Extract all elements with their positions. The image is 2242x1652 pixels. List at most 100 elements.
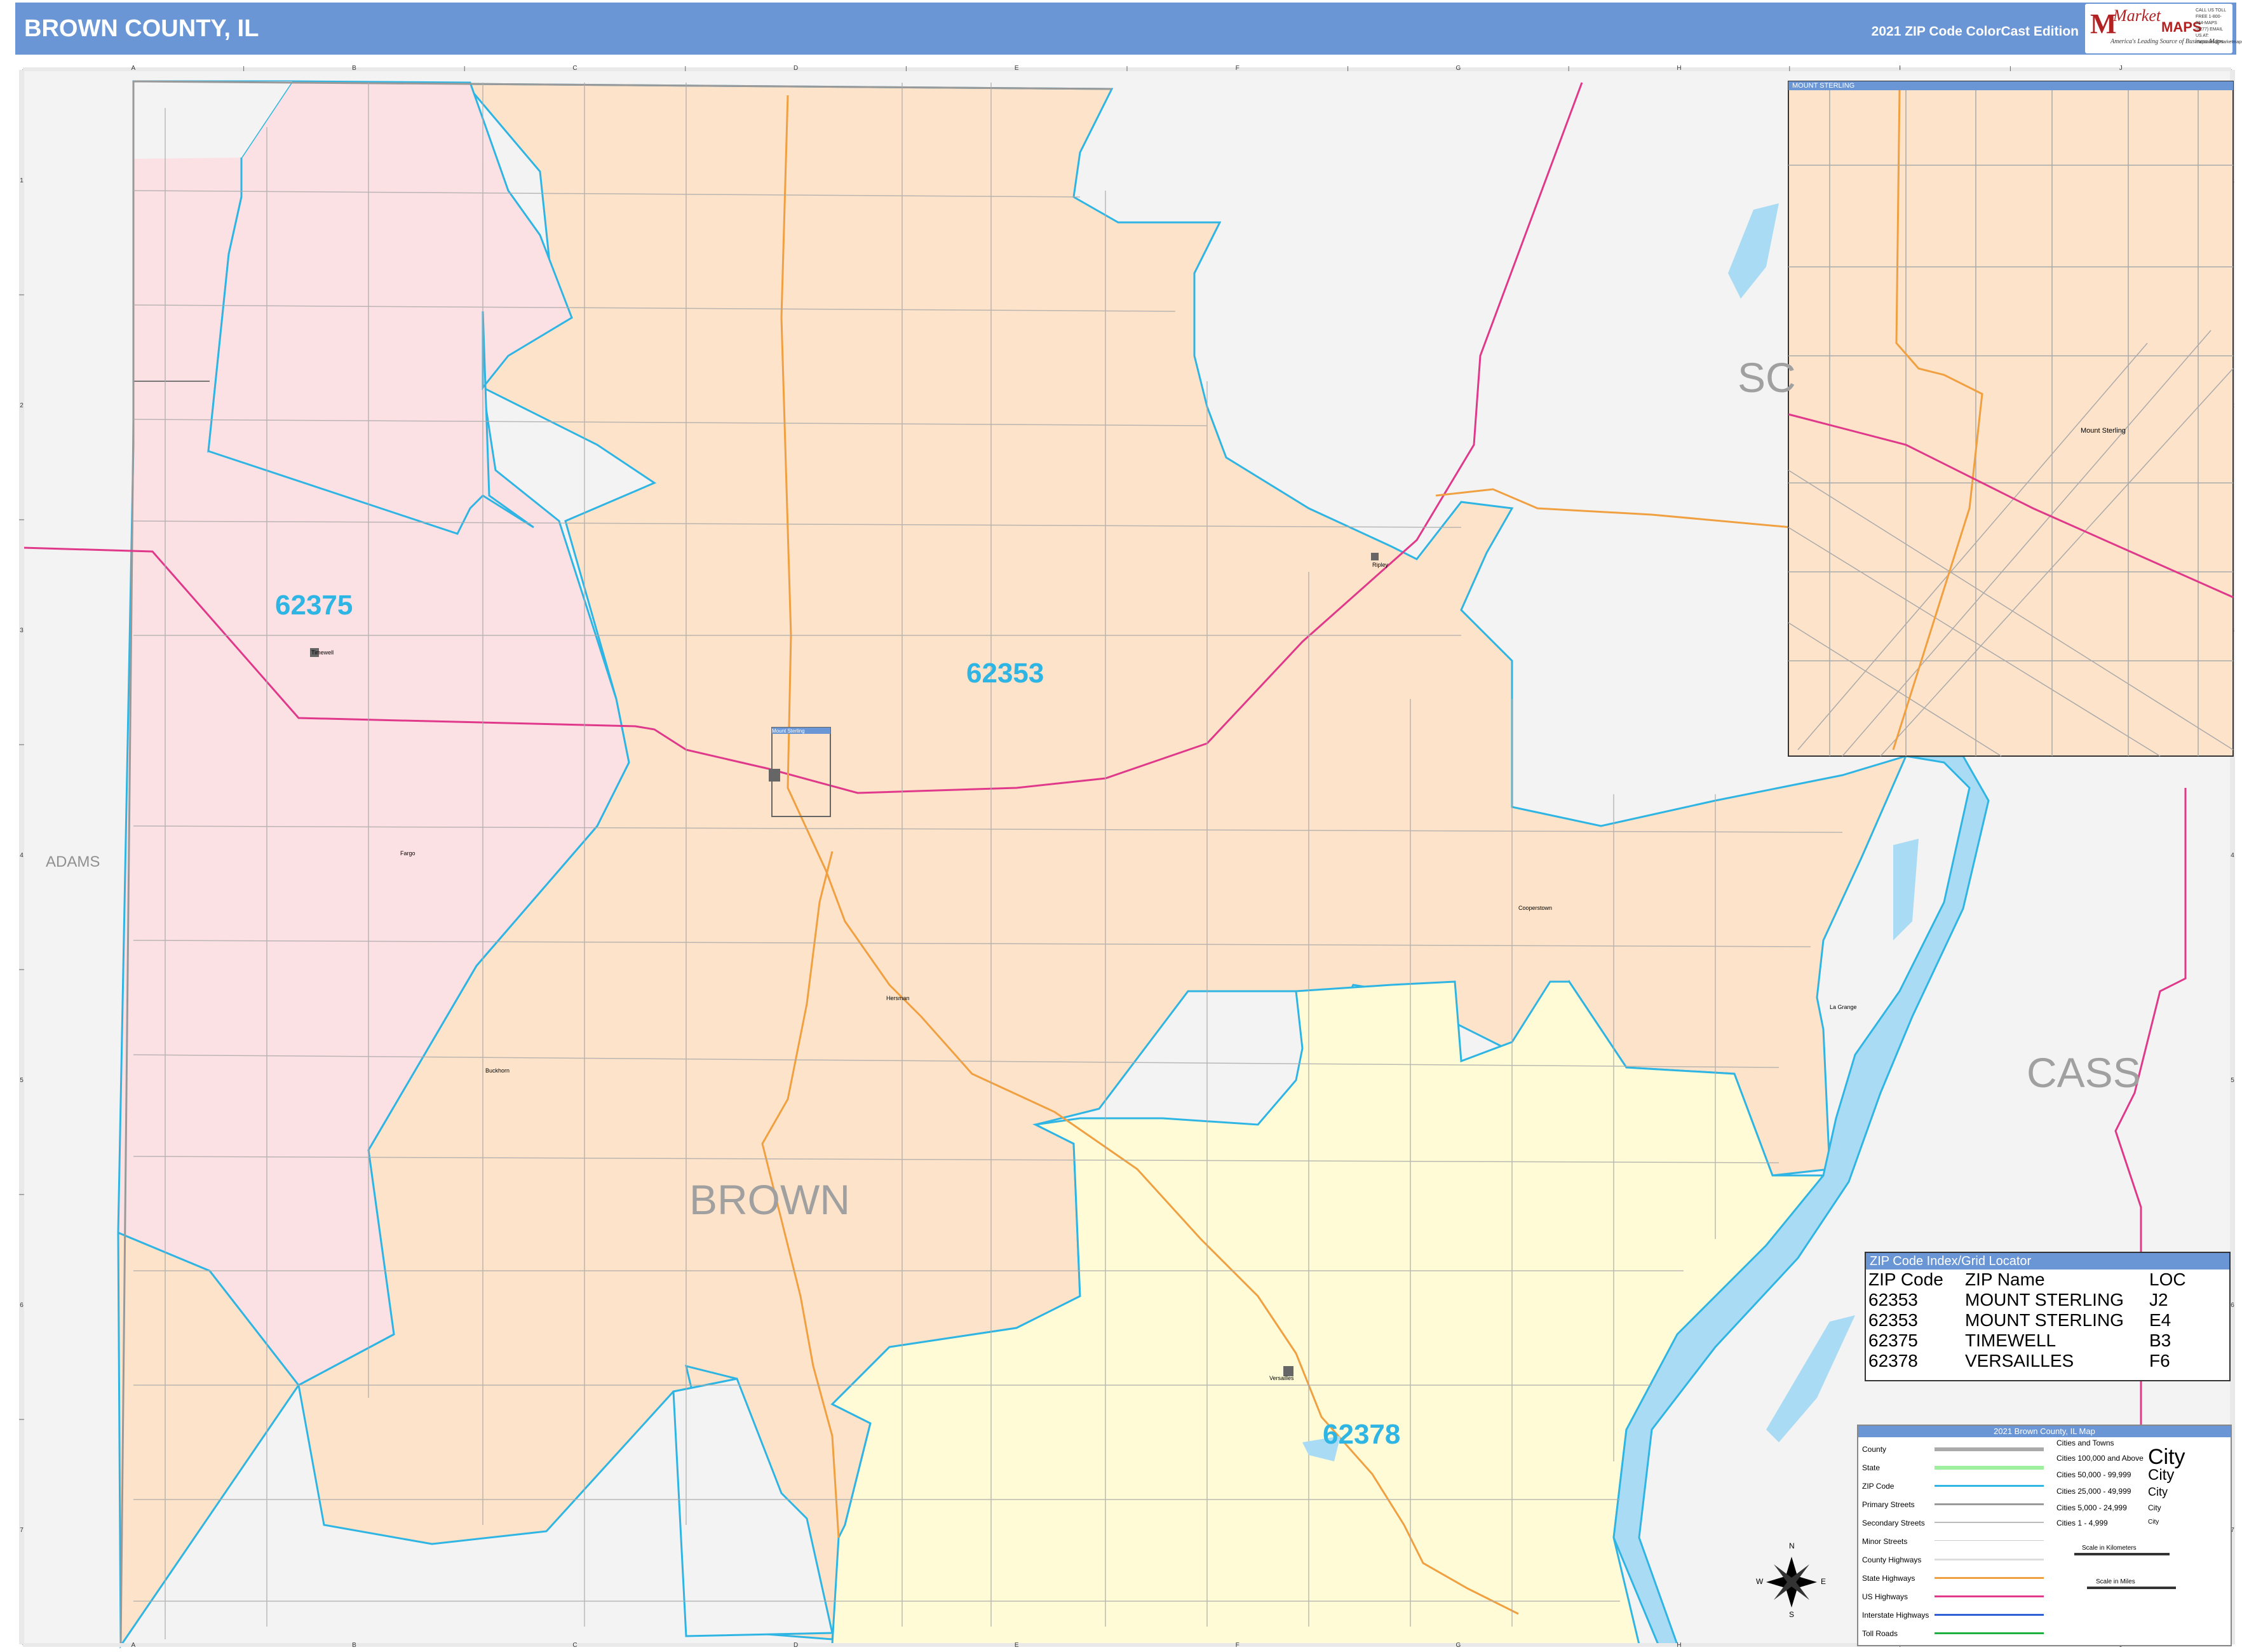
grid-row-label: 1 — [20, 177, 24, 184]
legend-minor-streets: Minor Streets — [1862, 1537, 1908, 1546]
neighbor-label-adams: ADAMS — [46, 853, 100, 870]
grid-column-label: E — [1015, 65, 1019, 72]
neighbor-label-cass: CASS — [2027, 1049, 2141, 1096]
county-map: AABBCCDDEEFFGGHHIIJJ 11223344556677 — [19, 65, 2235, 1649]
town-timewell: Timewell — [311, 649, 334, 656]
legend-secondary-swatch — [1935, 1522, 2044, 1523]
zip-index-title: ZIP Code Index/Grid Locator — [1866, 1253, 2229, 1269]
grid-column-label: D — [793, 65, 798, 72]
zip-label-62375: 62375 — [275, 590, 353, 621]
legend-primary-streets: Primary Streets — [1862, 1500, 1915, 1509]
legend-city-tier-3: Cities 25,000 - 49,999 — [2056, 1487, 2131, 1496]
compass-w: W — [1756, 1577, 1764, 1586]
zip-index-cell: TIMEWELL — [1965, 1330, 2056, 1350]
town-ripley: Ripley — [1372, 562, 1389, 568]
zip-index-row[interactable]: 62353 MOUNT STERLING E4 — [1868, 1310, 2186, 1330]
inset-town-label: Mount Sterling — [2081, 427, 2126, 435]
map-title: BROWN COUNTY, IL — [24, 15, 259, 42]
county-label: BROWN — [689, 1176, 850, 1223]
grid-row-label: 7 — [20, 1527, 24, 1534]
zip-index-cell: J2 — [2149, 1290, 2168, 1310]
town-cooperstown: Cooperstown — [1518, 905, 1553, 911]
town-hersman: Hersman — [886, 995, 910, 1001]
zip-index-col-zip: ZIP Code — [1868, 1269, 1943, 1289]
zip-index-cell: 62378 — [1868, 1351, 1918, 1371]
market-maps-logo[interactable]: M Market MAPS America's Leading Source o… — [2085, 4, 2242, 53]
grid-row-label: 3 — [20, 627, 24, 634]
legend-county: County — [1862, 1445, 1887, 1454]
zip-label-62378: 62378 — [1323, 1419, 1401, 1450]
grid-column-label: G — [1456, 65, 1461, 72]
grid-column-label: B — [352, 1642, 356, 1649]
grid-column-label: A — [131, 1642, 135, 1649]
legend-interstate-swatch — [1935, 1614, 2044, 1616]
grid-column-label: F — [1236, 1642, 1239, 1649]
zip-index-row[interactable]: 62375 TIMEWELL B3 — [1868, 1330, 2186, 1351]
zip-index-cell: MOUNT STERLING — [1965, 1310, 2124, 1330]
zip-index-col-loc: LOC — [2149, 1269, 2186, 1289]
zip-index-cell: 62353 — [1868, 1310, 1918, 1330]
legend-city-tier-5: Cities 1 - 4,999 — [2056, 1519, 2108, 1527]
zip-index-panel: ZIP Code Index/Grid Locator ZIP Code ZIP… — [1865, 1252, 2231, 1381]
legend-state: State — [1862, 1463, 1881, 1472]
grid-column-label: C — [572, 1642, 577, 1649]
legend-scale-mi-bar — [2087, 1587, 2176, 1589]
grid-row-label: 5 — [20, 1077, 24, 1084]
grid-column-label: F — [1236, 65, 1239, 72]
legend-city-sample-2: City — [2148, 1466, 2175, 1484]
legend-secondary-streets: Secondary Streets — [1862, 1519, 1925, 1527]
legend-city-sample-5: City — [2148, 1519, 2159, 1526]
grid-column-label: A — [131, 65, 135, 72]
zip-index-row[interactable]: 62353 MOUNT STERLING J2 — [1868, 1290, 2186, 1310]
legend-cities-title: Cities and Towns — [2056, 1439, 2114, 1447]
legend-city-sample-4: City — [2148, 1503, 2161, 1512]
legend-toll-swatch — [1935, 1632, 2044, 1634]
inset-panel[interactable] — [1788, 81, 2234, 757]
grid-column-label: H — [1677, 1642, 1681, 1649]
legend-panel: 2021 Brown County, IL Map County State Z… — [1857, 1425, 2232, 1646]
compass-n: N — [1789, 1541, 1795, 1550]
zip-index-cell: F6 — [2149, 1351, 2170, 1371]
grid-column-label: I — [1899, 65, 1901, 72]
grid-row-label: 6 — [2231, 1302, 2234, 1309]
legend-city-tier-4: Cities 5,000 - 24,999 — [2056, 1503, 2127, 1512]
legend-city-tier-2: Cities 50,000 - 99,999 — [2056, 1470, 2131, 1479]
legend-county-swatch — [1935, 1447, 2044, 1451]
neighbor-label-schuyler: SC — [1738, 354, 1796, 401]
legend-city-tier-1: Cities 100,000 and Above — [2056, 1454, 2144, 1463]
inset-title: MOUNT STERLING — [1788, 81, 2233, 90]
logo-contact: CALL US TOLL FREE 1-800-334-MAPS (6277) … — [2196, 8, 2242, 44]
legend-state-swatch — [1935, 1466, 2044, 1470]
grid-row-label: 4 — [20, 852, 24, 859]
town-fargo: Fargo — [400, 850, 415, 856]
grid-row-label: 5 — [2231, 1077, 2234, 1084]
grid-column-label: J — [2119, 65, 2123, 72]
header-bar: BROWN COUNTY, IL 2021 ZIP Code ColorCast… — [15, 3, 2242, 55]
zip-index-cell: MOUNT STERLING — [1965, 1290, 2124, 1310]
zip-index-cell: VERSAILLES — [1965, 1351, 2074, 1371]
legend-interstate-highways: Interstate Highways — [1862, 1611, 1929, 1620]
legend-scale-km: Scale in Kilometers — [2082, 1545, 2137, 1552]
grid-row-label: 6 — [20, 1302, 24, 1309]
legend-county-highways: County Highways — [1862, 1555, 1922, 1564]
grid-column-label: B — [352, 65, 356, 72]
legend-title: 2021 Brown County, IL Map — [1858, 1426, 2231, 1437]
town-mount-sterling: Mount Sterling — [772, 728, 805, 734]
zip-index-cell: 62375 — [1868, 1330, 1918, 1350]
compass-s: S — [1789, 1610, 1795, 1619]
grid-column-label: D — [793, 1642, 798, 1649]
zip-index-cell: E4 — [2149, 1310, 2171, 1330]
legend-state-highways: State Highways — [1862, 1574, 1915, 1583]
zip-index-row[interactable]: 62378 VERSAILLES F6 — [1868, 1351, 2186, 1371]
legend-zip: ZIP Code — [1862, 1482, 1894, 1491]
zip-index-cell: 62353 — [1868, 1290, 1918, 1310]
legend-primary-swatch — [1935, 1503, 2044, 1505]
grid-column-label: C — [572, 65, 577, 72]
zip-index-col-name: ZIP Name — [1965, 1269, 2045, 1289]
legend-us-hwy-swatch — [1935, 1595, 2044, 1597]
zip-label-62353: 62353 — [966, 658, 1044, 689]
edition-label: 2021 ZIP Code ColorCast Edition — [1871, 24, 2079, 39]
north-arrow — [1766, 1557, 1817, 1608]
legend-county-hwy-swatch — [1935, 1559, 2044, 1561]
town-versailles: Versailles — [1269, 1375, 1294, 1381]
